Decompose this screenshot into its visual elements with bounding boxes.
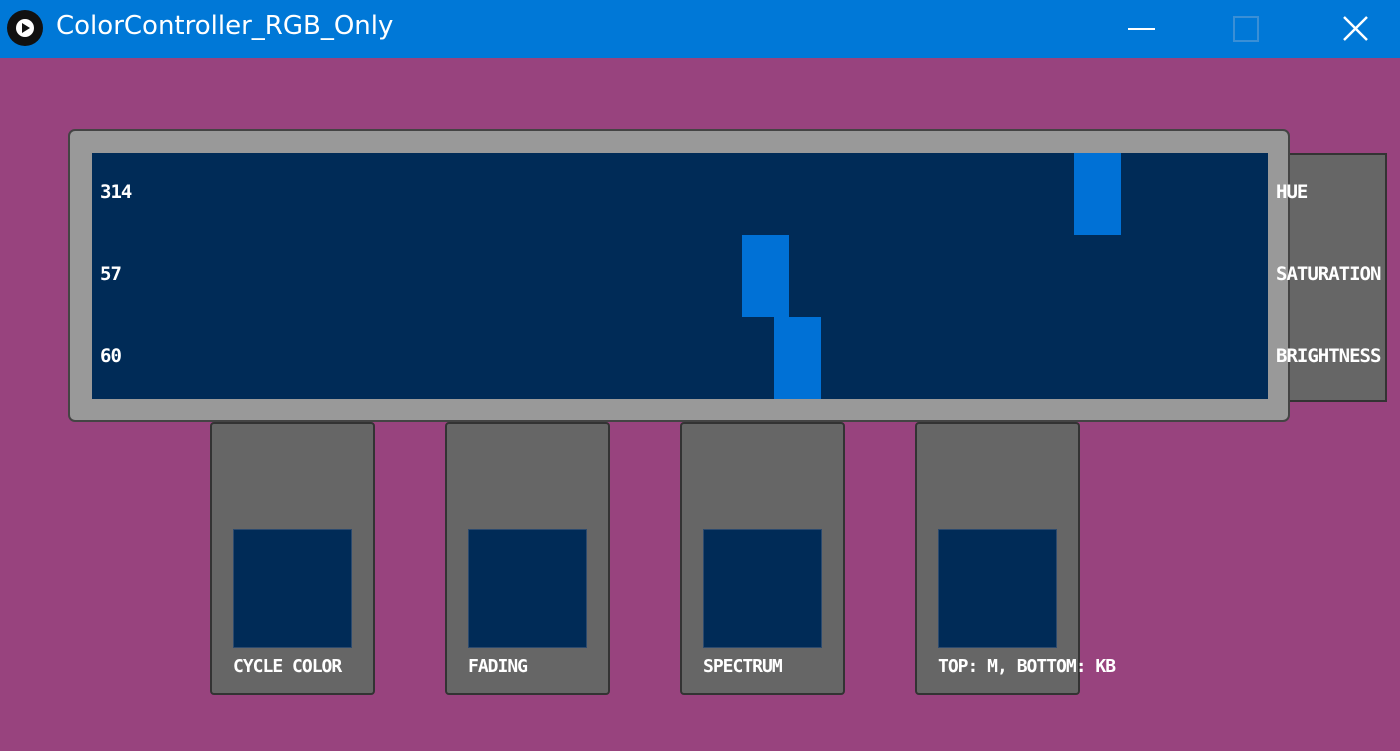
mode-label: SPECTRUM — [703, 656, 783, 677]
mode-swatch — [233, 529, 352, 648]
play-circle-icon — [7, 10, 43, 46]
close-button[interactable] — [1300, 0, 1400, 58]
saturation-row[interactable]: 57 SATURATION — [92, 235, 1381, 317]
brightness-label: BRIGHTNESS — [1276, 345, 1381, 367]
hue-row[interactable]: 314 HUE — [92, 153, 1308, 235]
brightness-value: 60 — [100, 345, 122, 367]
brightness-indicator[interactable] — [774, 317, 821, 399]
cycle-color-button[interactable]: CYCLE COLOR — [210, 422, 375, 695]
minimize-icon — [1128, 28, 1155, 30]
hue-label: HUE — [1276, 181, 1308, 203]
close-icon — [1343, 16, 1368, 41]
title-bar[interactable]: ColorController_RGB_Only — [0, 0, 1400, 58]
brightness-row[interactable]: 60 BRIGHTNESS — [92, 317, 1381, 399]
saturation-label: SATURATION — [1276, 263, 1381, 285]
keyboard-mode-button[interactable]: TOP: M, BOTTOM: KB — [915, 422, 1116, 695]
mode-label: TOP: M, BOTTOM: KB — [938, 656, 1116, 677]
fading-button[interactable]: FADING — [445, 422, 610, 695]
hue-indicator[interactable] — [1074, 153, 1121, 235]
mode-label: CYCLE COLOR — [233, 656, 342, 677]
maximize-icon — [1233, 16, 1259, 42]
minimize-button[interactable] — [1085, 0, 1195, 58]
mode-swatch — [703, 529, 822, 648]
hsb-display: 314 HUE 57 SATURATION 60 BRIGHTNESS — [92, 153, 1381, 399]
spectrum-button[interactable]: SPECTRUM — [680, 422, 845, 695]
saturation-indicator[interactable] — [742, 235, 789, 317]
mode-swatch — [938, 529, 1057, 648]
hue-value: 314 — [100, 181, 132, 203]
maximize-button[interactable] — [1190, 0, 1300, 58]
saturation-value: 57 — [100, 263, 122, 285]
mode-label: FADING — [468, 656, 528, 677]
window-title: ColorController_RGB_Only — [56, 11, 394, 41]
mode-swatch — [468, 529, 587, 648]
